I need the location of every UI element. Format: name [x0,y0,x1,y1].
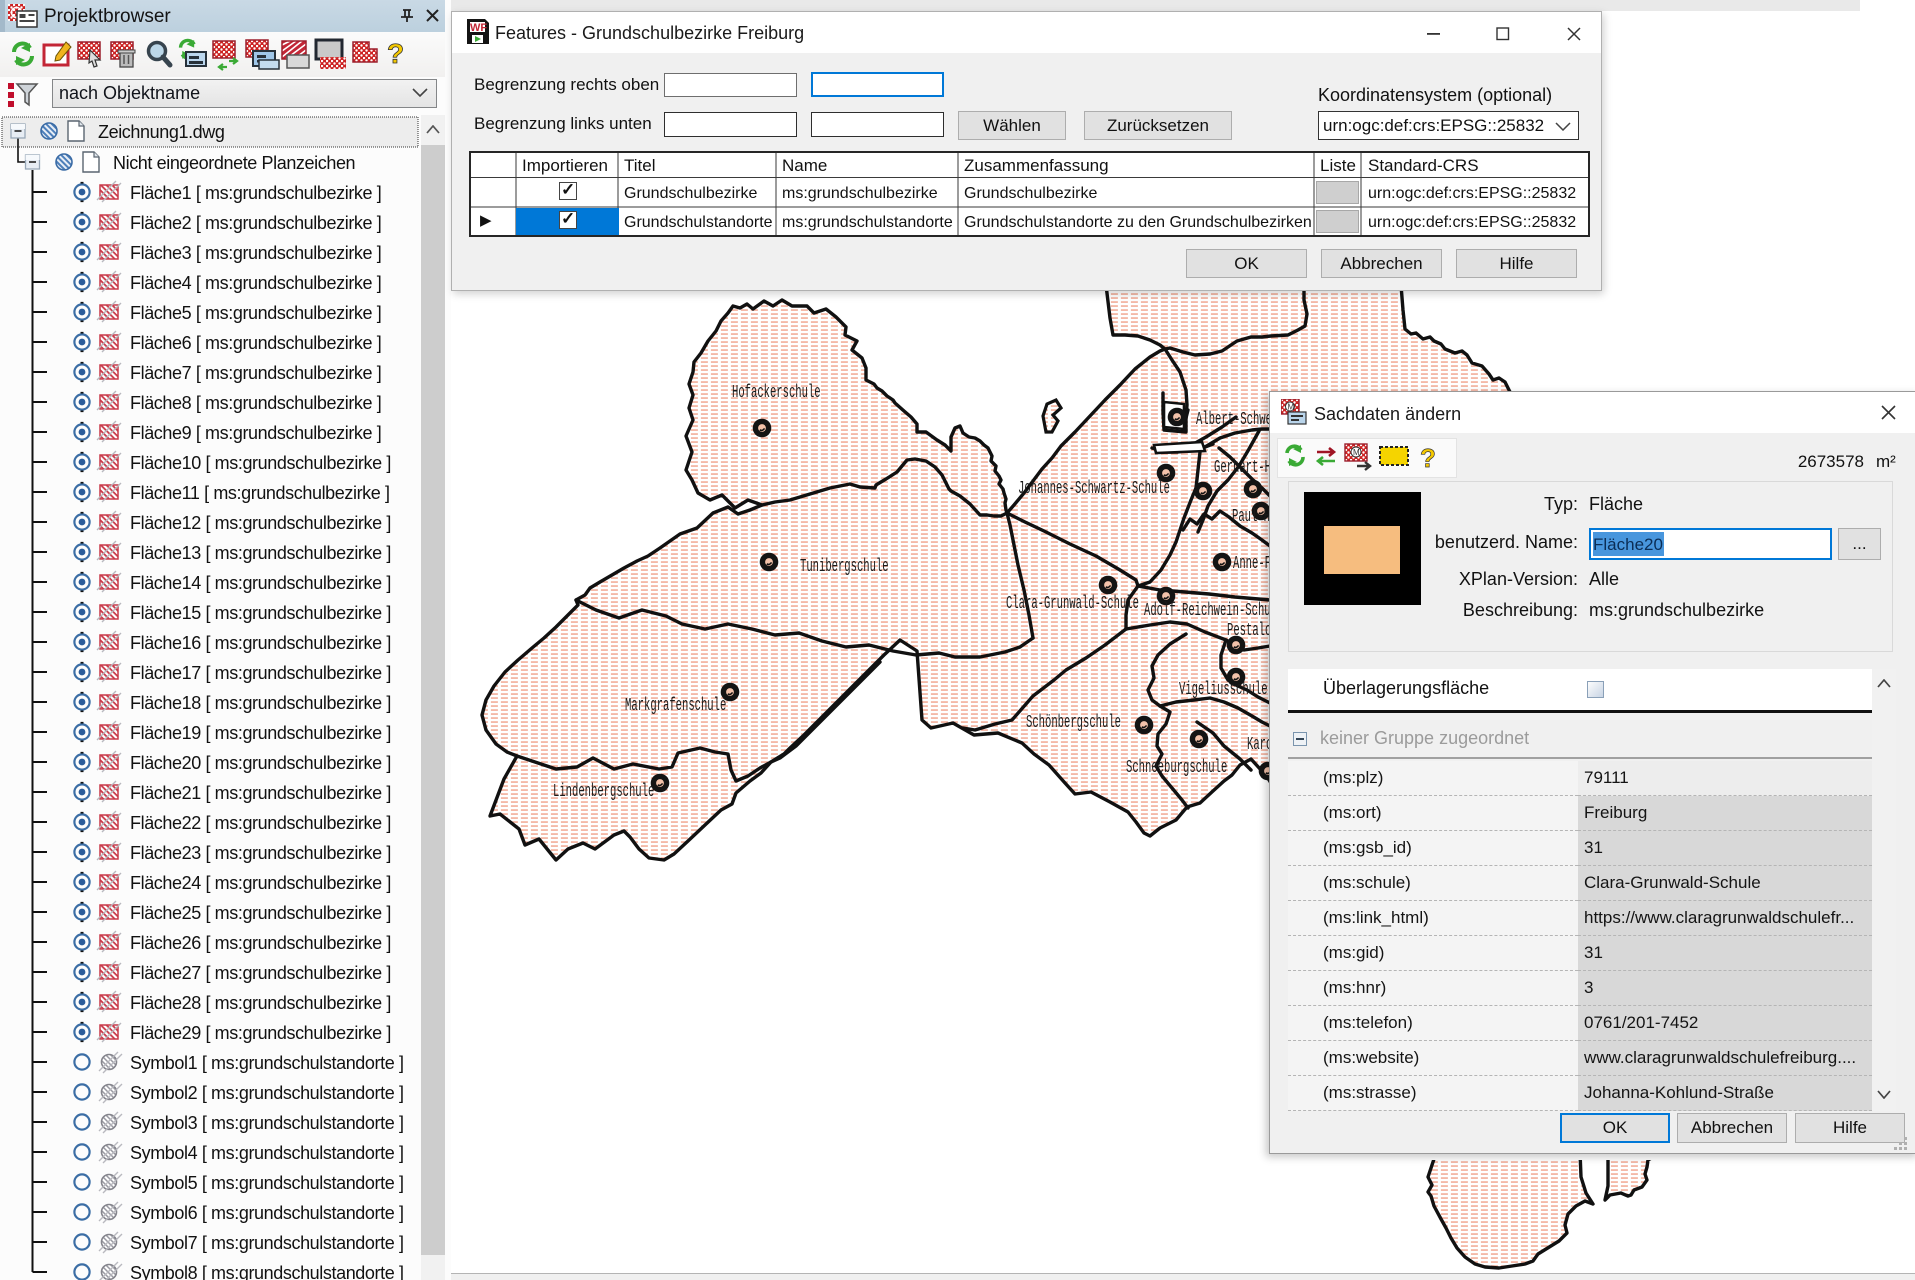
svg-text:Symbol2 [ ms:grundschulstandor: Symbol2 [ ms:grundschulstandorte ] [130,1083,404,1103]
svg-text:Vigeliusschule I: Vigeliusschule I [1179,680,1280,700]
svg-text:?: ? [1420,443,1436,473]
svg-text:Schneeburgschule: Schneeburgschule [1126,758,1227,778]
svg-text:Fläche14 [ ms:grundschulbezirk: Fläche14 [ ms:grundschulbezirke ] [130,573,391,593]
svg-text:Fläche20 [ ms:grundschulbezirk: Fläche20 [ ms:grundschulbezirke ] [130,753,391,773]
svg-text:Johannes-Schwartz-Schule: Johannes-Schwartz-Schule [1018,479,1170,499]
svg-text:Symbol6 [ ms:grundschulstandor: Symbol6 [ ms:grundschulstandorte ] [130,1203,404,1223]
svg-text:Symbol3 [ ms:grundschulstandor: Symbol3 [ ms:grundschulstandorte ] [130,1113,404,1133]
svg-text:Fläche12 [ ms:grundschulbezirk: Fläche12 [ ms:grundschulbezirke ] [130,513,391,533]
svg-text:Schönbergschule: Schönbergschule [1026,713,1121,733]
svg-text:Symbol5 [ ms:grundschulstandor: Symbol5 [ ms:grundschulstandorte ] [130,1173,404,1193]
svg-text:Fläche13 [ ms:grundschulbezirk: Fläche13 [ ms:grundschulbezirke ] [130,543,391,563]
svg-text:Fläche17 [ ms:grundschulbezirk: Fläche17 [ ms:grundschulbezirke ] [130,663,391,683]
svg-text:Fläche6 [ ms:grundschulbezirke: Fläche6 [ ms:grundschulbezirke ] [130,333,381,353]
svg-text:Markgrafenschule: Markgrafenschule [625,696,726,716]
svg-text:Fläche7 [ ms:grundschulbezirke: Fläche7 [ ms:grundschulbezirke ] [130,363,381,383]
svg-text:Fläche9 [ ms:grundschulbezirke: Fläche9 [ ms:grundschulbezirke ] [130,423,381,443]
svg-text:Fläche22 [ ms:grundschulbezirk: Fläche22 [ ms:grundschulbezirke ] [130,813,391,833]
svg-text:Fläche11 [ ms:grundschulbezirk: Fläche11 [ ms:grundschulbezirke ] [130,483,390,503]
svg-text:Fläche19 [ ms:grundschulbezirk: Fläche19 [ ms:grundschulbezirke ] [130,723,391,743]
svg-text:M: M [1353,448,1360,457]
svg-text:Adolf-Reichwein-Schule: Adolf-Reichwein-Schule [1144,601,1283,621]
svg-text:?: ? [387,38,404,69]
svg-text:Fläche16 [ ms:grundschulbezirk: Fläche16 [ ms:grundschulbezirke ] [130,633,391,653]
svg-text:Fläche26 [ ms:grundschulbezirk: Fläche26 [ ms:grundschulbezirke ] [130,933,391,953]
svg-text:Fläche3 [ ms:grundschulbezirke: Fläche3 [ ms:grundschulbezirke ] [130,243,381,263]
svg-text:Fläche29 [ ms:grundschulbezirk: Fläche29 [ ms:grundschulbezirke ] [130,1023,391,1043]
svg-text:Clara-Grunwald-Schule: Clara-Grunwald-Schule [1006,594,1139,614]
svg-text:Fläche4 [ ms:grundschulbezirke: Fläche4 [ ms:grundschulbezirke ] [130,273,381,293]
svg-text:Hofackerschule: Hofackerschule [732,383,821,403]
svg-text:Fläche18 [ ms:grundschulbezirk: Fläche18 [ ms:grundschulbezirke ] [130,693,391,713]
svg-text:Fläche1 [ ms:grundschulbezirke: Fläche1 [ ms:grundschulbezirke ] [130,183,381,203]
svg-text:Fläche25 [ ms:grundschulbezirk: Fläche25 [ ms:grundschulbezirke ] [130,903,391,923]
svg-text:Fläche5 [ ms:grundschulbezirke: Fläche5 [ ms:grundschulbezirke ] [130,303,381,323]
svg-text:Fläche27 [ ms:grundschulbezirk: Fläche27 [ ms:grundschulbezirke ] [130,963,391,983]
svg-text:Fläche21 [ ms:grundschulbezirk: Fläche21 [ ms:grundschulbezirke ] [130,783,391,803]
svg-text:Fläche8 [ ms:grundschulbezirke: Fläche8 [ ms:grundschulbezirke ] [130,393,381,413]
svg-text:Fläche23 [ ms:grundschulbezirk: Fläche23 [ ms:grundschulbezirke ] [130,843,391,863]
svg-text:Tunibergschule: Tunibergschule [800,557,889,577]
svg-text:Lindenbergschule: Lindenbergschule [553,782,654,802]
svg-text:Fläche15 [ ms:grundschulbezirk: Fläche15 [ ms:grundschulbezirke ] [130,603,391,623]
svg-text:Symbol1 [ ms:grundschulstandor: Symbol1 [ ms:grundschulstandorte ] [130,1053,404,1073]
svg-text:Symbol4 [ ms:grundschulstandor: Symbol4 [ ms:grundschulstandorte ] [130,1143,404,1163]
svg-text:Symbol7 [ ms:grundschulstandor: Symbol7 [ ms:grundschulstandorte ] [130,1233,404,1253]
svg-text:Symbol8 [ ms:grundschulstandor: Symbol8 [ ms:grundschulstandorte ] [130,1263,404,1280]
svg-text:Nicht eingeordnete Planzeichen: Nicht eingeordnete Planzeichen [113,153,355,173]
svg-text:Fläche10 [ ms:grundschulbezirk: Fläche10 [ ms:grundschulbezirke ] [130,453,391,473]
svg-text:Fläche24 [ ms:grundschulbezirk: Fläche24 [ ms:grundschulbezirke ] [130,873,391,893]
svg-text:Fläche28 [ ms:grundschulbezirk: Fläche28 [ ms:grundschulbezirke ] [130,993,391,1013]
svg-text:Zeichnung1.dwg: Zeichnung1.dwg [98,122,225,142]
svg-text:Fläche2 [ ms:grundschulbezirke: Fläche2 [ ms:grundschulbezirke ] [130,213,381,233]
svg-text:M: M [1288,403,1295,412]
svg-text:WF: WF [470,22,487,34]
